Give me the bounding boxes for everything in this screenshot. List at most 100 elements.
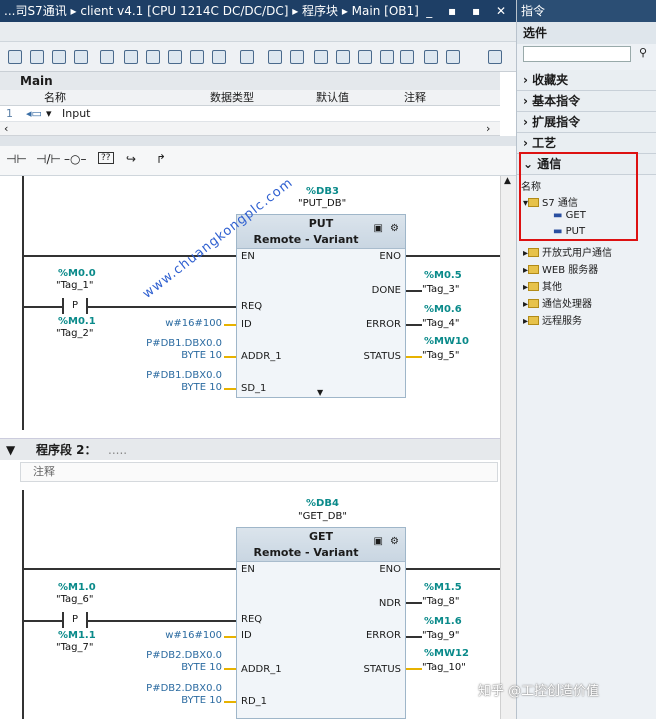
search-input[interactable] — [523, 46, 631, 62]
window-controls[interactable]: _ ▪ ▪ ✕ — [426, 0, 512, 22]
network-2-header[interactable]: ▼ 程序段 2： ..... — [0, 438, 500, 460]
pin-ndr-2: NDR — [378, 598, 401, 609]
chevron-right-icon: › — [523, 73, 533, 87]
ladder-instruction-bar: ⊣⊢ ⊣/⊢ –○– ?? ↪ ↱ — [0, 146, 516, 176]
block-icon[interactable] — [168, 50, 182, 64]
block-info-icon-2[interactable]: ▣ — [374, 536, 383, 547]
put-block[interactable]: PUT Remote - Variant ▣ ⚙ EN ENO REQ ID A… — [236, 214, 406, 398]
scroll-left-icon[interactable]: ‹ — [4, 122, 8, 135]
block-config-icon-2[interactable]: ⚙ — [390, 536, 399, 547]
folder-icon — [528, 282, 540, 291]
table-icon[interactable] — [146, 50, 160, 64]
pin-addr-2: ADDR_1 — [241, 664, 282, 675]
m10-symbol: "Tag_6" — [56, 594, 94, 605]
scroll-right-icon[interactable]: › — [486, 122, 490, 135]
req-wire-1 — [24, 306, 236, 308]
addr-wire-2 — [224, 668, 236, 670]
id-wire-2 — [224, 636, 236, 638]
get-block[interactable]: GET Remote - Variant ▣ ⚙ EN ENO REQ ID A… — [236, 527, 406, 719]
absolute-icon[interactable] — [290, 50, 304, 64]
list-icon[interactable] — [124, 50, 138, 64]
tree-web[interactable]: ▸ WEB 服务器 — [523, 261, 598, 276]
breakpoint-icon[interactable] — [446, 50, 460, 64]
status-symbol-1: "Tag_5" — [422, 350, 460, 361]
block-config-icon[interactable]: ⚙ — [390, 223, 399, 234]
add-row-icon[interactable] — [74, 50, 88, 64]
section-extended-label: 扩展指令 — [532, 115, 581, 129]
interface-row[interactable]: 1 ◂▭ ▾ Input — [0, 106, 500, 122]
section-extended[interactable]: › 扩展指令 — [517, 112, 656, 133]
pin-eno-2: ENO — [379, 564, 401, 575]
scroll-up-icon[interactable]: ▲ — [504, 176, 511, 186]
m11-address: %M1.1 — [58, 630, 96, 641]
online-icon[interactable] — [358, 50, 372, 64]
tree-open[interactable]: ▸ 开放式用户通信 — [523, 244, 612, 259]
tree-other[interactable]: ▸ 其他 — [523, 278, 562, 293]
req-wire-2 — [24, 620, 236, 622]
splitter[interactable] — [0, 136, 516, 146]
nc-contact-icon[interactable]: ⊣/⊢ — [36, 152, 61, 166]
highlight-box — [519, 152, 638, 241]
display-address-icon[interactable] — [212, 50, 226, 64]
error-address-2: %M1.6 — [424, 616, 462, 627]
network-2-title: 程序段 2： — [36, 443, 97, 457]
pin-addr: ADDR_1 — [241, 351, 282, 362]
empty-box-icon[interactable]: ?? — [98, 152, 114, 164]
zoom-icon[interactable] — [240, 50, 254, 64]
pin-id: ID — [241, 319, 252, 330]
id-value-1: w#16#100 — [165, 318, 222, 329]
open-branch-icon[interactable]: ↪ — [126, 152, 136, 166]
tree-web-label: WEB 服务器 — [542, 265, 599, 276]
properties-icon[interactable] — [488, 50, 502, 64]
toolbar-strip — [0, 22, 516, 42]
id-value-2: w#16#100 — [165, 630, 222, 641]
eno-wire-2 — [406, 568, 500, 570]
horizontal-scrollbar[interactable]: ‹ › — [0, 122, 500, 136]
tree-cp[interactable]: ▸ 通信处理器 — [523, 295, 592, 310]
power-rail-1 — [22, 176, 24, 430]
offline-icon[interactable] — [380, 50, 394, 64]
pin-error: ERROR — [365, 319, 401, 330]
status-address-1: %MW10 — [424, 336, 469, 347]
section-technology[interactable]: › 工艺 — [517, 133, 656, 154]
connect-icon[interactable] — [100, 50, 114, 64]
arrow-icon[interactable] — [424, 50, 438, 64]
sd-wire-1 — [224, 388, 236, 390]
input-section-icon: ◂▭ — [26, 107, 42, 120]
network-2-comment[interactable]: 注释 — [20, 462, 498, 482]
monitor-icon[interactable] — [314, 50, 328, 64]
rd-value-2b: BYTE 10 — [181, 695, 222, 706]
no-contact-icon[interactable]: ⊣⊢ — [6, 152, 27, 166]
folder-icon — [528, 299, 540, 308]
block-info-icon[interactable]: ▣ — [374, 223, 383, 234]
download-icon[interactable] — [400, 50, 414, 64]
close-branch-icon[interactable]: ↱ — [156, 152, 166, 166]
comment-icon[interactable] — [190, 50, 204, 64]
section-basic[interactable]: › 基本指令 — [517, 91, 656, 112]
expand-icon[interactable]: ▾ — [46, 106, 52, 122]
section-favorites[interactable]: › 收藏夹 — [517, 70, 656, 91]
addr-value-1a: P#DB1.DBX0.0 — [146, 338, 222, 349]
positive-edge-contact-1[interactable]: P — [62, 298, 88, 314]
status-address-2: %MW12 — [424, 648, 469, 659]
coil-icon[interactable]: –○– — [64, 152, 86, 166]
options-header: 选件 — [517, 22, 656, 44]
delete-network-icon[interactable] — [30, 50, 44, 64]
tree-cp-label: 通信处理器 — [542, 299, 593, 310]
tree-remote[interactable]: ▸ 远程服务 — [523, 312, 582, 327]
expand-block-icon[interactable]: ▼ — [317, 388, 323, 397]
insert-row-icon[interactable] — [52, 50, 66, 64]
search-options-icon[interactable]: ⚲ — [639, 46, 647, 59]
collapse-icon[interactable]: ▼ — [6, 439, 15, 461]
folder-icon — [528, 316, 540, 325]
watch-icon[interactable] — [336, 50, 350, 64]
insert-network-icon[interactable] — [8, 50, 22, 64]
pin-error-2: ERROR — [365, 630, 401, 641]
favorites-icon[interactable] — [268, 50, 282, 64]
positive-edge-contact-2[interactable]: P — [62, 612, 88, 628]
put-subtitle: Remote - Variant — [253, 233, 359, 246]
en-wire-2 — [24, 568, 236, 570]
pin-eno: ENO — [379, 251, 401, 262]
vertical-scrollbar[interactable]: ▲ — [500, 176, 516, 719]
folder-icon — [528, 265, 540, 274]
